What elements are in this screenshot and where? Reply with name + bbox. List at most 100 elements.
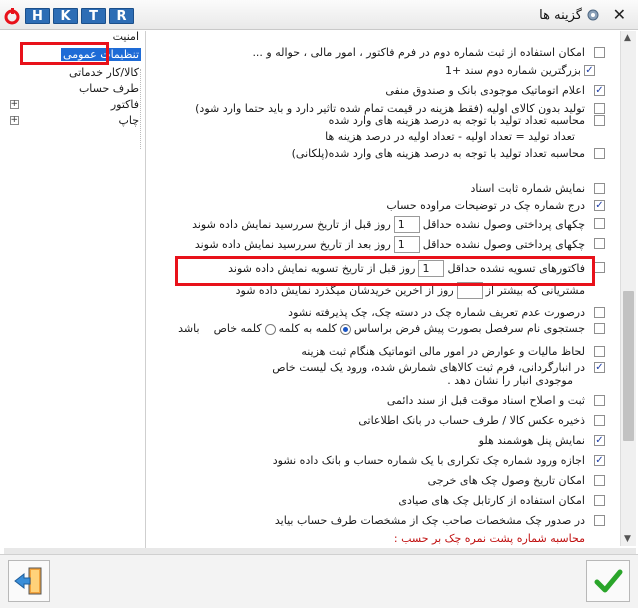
tree-item-label: چاپ — [118, 114, 139, 127]
days-input[interactable]: 1 — [393, 236, 420, 253]
checkbox[interactable] — [594, 307, 605, 318]
option-label: امکان استفاده از ثبت شماره دوم در فرم فا… — [252, 46, 585, 59]
option-payable-checks-before: چکهای پرداختی وصول نشده حداقل1روز قبل از… — [149, 216, 605, 235]
option-label: چکهای پرداختی وصول نشده حداقل — [422, 237, 585, 251]
toolbar-button-r[interactable]: R — [109, 8, 134, 24]
checkbox[interactable] — [594, 415, 605, 426]
option-label: اجازه ورود شماره چک تکراری با یک شماره ح… — [272, 454, 585, 467]
checkbox[interactable] — [594, 47, 605, 58]
option-smart-panel: نمایش پنل هوشمند هلو — [149, 433, 605, 448]
option-store-images: ذخیره عکس کالا / طرف حساب در بانک اطلاعا… — [149, 413, 605, 428]
footer-bar — [0, 554, 638, 608]
option-production-stepped: محاسبه تعداد تولید با توجه به درصد هزینه… — [149, 146, 605, 161]
days-input[interactable]: 1 — [393, 216, 420, 233]
checkbox[interactable] — [594, 85, 605, 96]
checkbox[interactable] — [594, 183, 605, 194]
option-label: امکان تاریخ وصول چک های خرجی — [427, 474, 585, 487]
checkbox[interactable] — [594, 435, 605, 446]
tree-item-label: کالا/کار خدماتی — [68, 66, 139, 79]
checkbox[interactable] — [594, 262, 605, 273]
checkbox[interactable] — [594, 115, 605, 126]
option-second-number: امکان استفاده از ثبت شماره دوم در فرم فا… — [149, 45, 605, 60]
option-label: درصورت عدم تعریف شماره چک در دسته چک، چک… — [288, 306, 585, 319]
tree-item-goods-services[interactable]: کالا/کار خدماتی — [67, 65, 141, 80]
tree-item-label: امنیت — [112, 30, 139, 43]
checkbox[interactable] — [594, 515, 605, 526]
toolbar-button-t[interactable]: T — [81, 8, 106, 24]
tree-expand-icon[interactable]: + — [10, 100, 19, 109]
checkbox[interactable] — [594, 323, 605, 334]
exit-button[interactable] — [8, 560, 50, 602]
option-label: نمایش شماره ثابت اسناد — [470, 182, 585, 195]
title-bar: H K T R گزینه ها ✕ — [0, 0, 638, 30]
option-label: تعداد تولید = تعداد اولیه - تعداد اولیه … — [325, 130, 575, 143]
option-check-number-in-description: درج شماره چک در توضیحات مراوده حساب — [149, 198, 605, 213]
option-negative-balance-alert: اعلام اتوماتیک موجودی بانک و صندوق منفی — [149, 83, 605, 98]
tree-item-invoice[interactable]: فاکتور — [109, 97, 141, 112]
option-tax-on-expense: لحاظ مالیات و عوارض در امور مالی اتوماتی… — [149, 344, 605, 359]
option-label: روز قبل از تاریخ سررسید نمایش داده شوند — [192, 217, 391, 231]
option-max-second-number: بزرگترین شماره دوم سند +1 — [149, 63, 595, 78]
checkbox[interactable] — [594, 455, 605, 466]
option-sayadi-checks: امکان استفاده از کارتابل چک های صیادی — [149, 493, 605, 508]
search-exact-word-radio[interactable] — [264, 323, 276, 335]
option-label: باشد — [178, 322, 200, 335]
options-panel: امکان استفاده از ثبت شماره دوم در فرم فا… — [149, 31, 619, 546]
option-label: بزرگترین شماره دوم سند +1 — [444, 64, 581, 77]
scroll-thumb[interactable] — [623, 291, 634, 441]
option-fixed-doc-number: نمایش شماره ثابت اسناد — [149, 181, 605, 196]
option-label: کلمه به کلمه — [278, 322, 337, 335]
close-icon[interactable]: ✕ — [613, 5, 626, 24]
checkbox[interactable] — [594, 495, 605, 506]
vertical-scrollbar[interactable]: ▲ ▼ — [620, 31, 636, 546]
option-search-mode: جستجوی نام سرفصل بصورت پیش فرض براساس کلم… — [149, 321, 605, 336]
checkmark-icon — [594, 569, 623, 593]
toolbar-button-h[interactable]: H — [25, 8, 50, 24]
exit-door-icon — [14, 567, 42, 595]
option-label: کلمه خاص — [213, 322, 262, 335]
tree-item-account-party[interactable]: طرف حساب — [77, 81, 141, 96]
option-label: اعلام اتوماتیک موجودی بانک و صندوق منفی — [385, 84, 585, 97]
checkbox[interactable] — [594, 395, 605, 406]
option-label: جستجوی نام سرفصل بصورت پیش فرض براساس — [353, 322, 585, 335]
option-label: در صدور چک مشخصات صاحب چک از مشخصات طرف … — [274, 514, 585, 527]
options-tree: امنیت تنظیمات عمومی کالا/کار خدماتی طرف … — [4, 29, 146, 548]
option-label: موجودی انبار را نشان دهد . — [447, 374, 573, 387]
checkbox[interactable] — [594, 148, 605, 159]
tree-expand-icon[interactable]: + — [10, 116, 19, 125]
option-label: ذخیره عکس کالا / طرف حساب در بانک اطلاعا… — [358, 414, 585, 427]
option-label: امکان استفاده از کارتابل چک های صیادی — [398, 494, 585, 507]
window-title: گزینه ها — [539, 8, 582, 23]
option-label: چکهای پرداختی وصول نشده حداقل — [422, 217, 585, 231]
highlight-box-tree — [20, 42, 109, 65]
checkbox[interactable] — [594, 346, 605, 357]
option-payable-checks-after: چکهای پرداختی وصول نشده حداقل1روز بعد از… — [149, 236, 605, 255]
option-inventory-count-line2: موجودی انبار را نشان دهد . — [149, 373, 573, 388]
checkbox[interactable] — [594, 103, 605, 114]
option-label: محاسبه تعداد تولید با توجه به درصد هزینه… — [328, 114, 585, 127]
ok-button[interactable] — [586, 560, 630, 602]
checkbox[interactable] — [594, 200, 605, 211]
option-duplicate-check-number: اجازه ورود شماره چک تکراری با یک شماره ح… — [149, 453, 605, 468]
tree-item-print[interactable]: چاپ — [116, 113, 141, 128]
scroll-down-icon[interactable]: ▼ — [624, 534, 631, 544]
tree-item-label: طرف حساب — [78, 82, 139, 95]
checkbox[interactable] — [594, 362, 605, 373]
option-temp-docs: ثبت و اصلاح اسناد موقت قبل از سند دائمی — [149, 393, 605, 408]
tree-item-security[interactable]: امنیت — [111, 29, 141, 44]
option-outgoing-check-date: امکان تاریخ وصول چک های خرجی — [149, 473, 605, 488]
option-reject-undefined-check: درصورت عدم تعریف شماره چک در دسته چک، چک… — [149, 305, 605, 320]
toolbar-button-k[interactable]: K — [53, 8, 78, 24]
option-production-formula: تعداد تولید = تعداد اولیه - تعداد اولیه … — [149, 129, 575, 144]
checkbox[interactable] — [584, 65, 595, 76]
checkbox[interactable] — [594, 475, 605, 486]
checkbox[interactable] — [594, 238, 605, 249]
scroll-up-icon[interactable]: ▲ — [624, 33, 631, 43]
option-label: ثبت و اصلاح اسناد موقت قبل از سند دائمی — [386, 394, 585, 407]
window-gear-icon — [587, 9, 599, 21]
search-word-by-word-radio[interactable] — [339, 323, 351, 335]
option-label: محاسبه شماره پشت نمره چک بر حسب : — [393, 532, 585, 545]
app-logo-icon — [4, 8, 20, 25]
option-label: روز بعد از تاریخ سررسید نمایش داده شوند — [194, 237, 391, 251]
checkbox[interactable] — [594, 218, 605, 229]
